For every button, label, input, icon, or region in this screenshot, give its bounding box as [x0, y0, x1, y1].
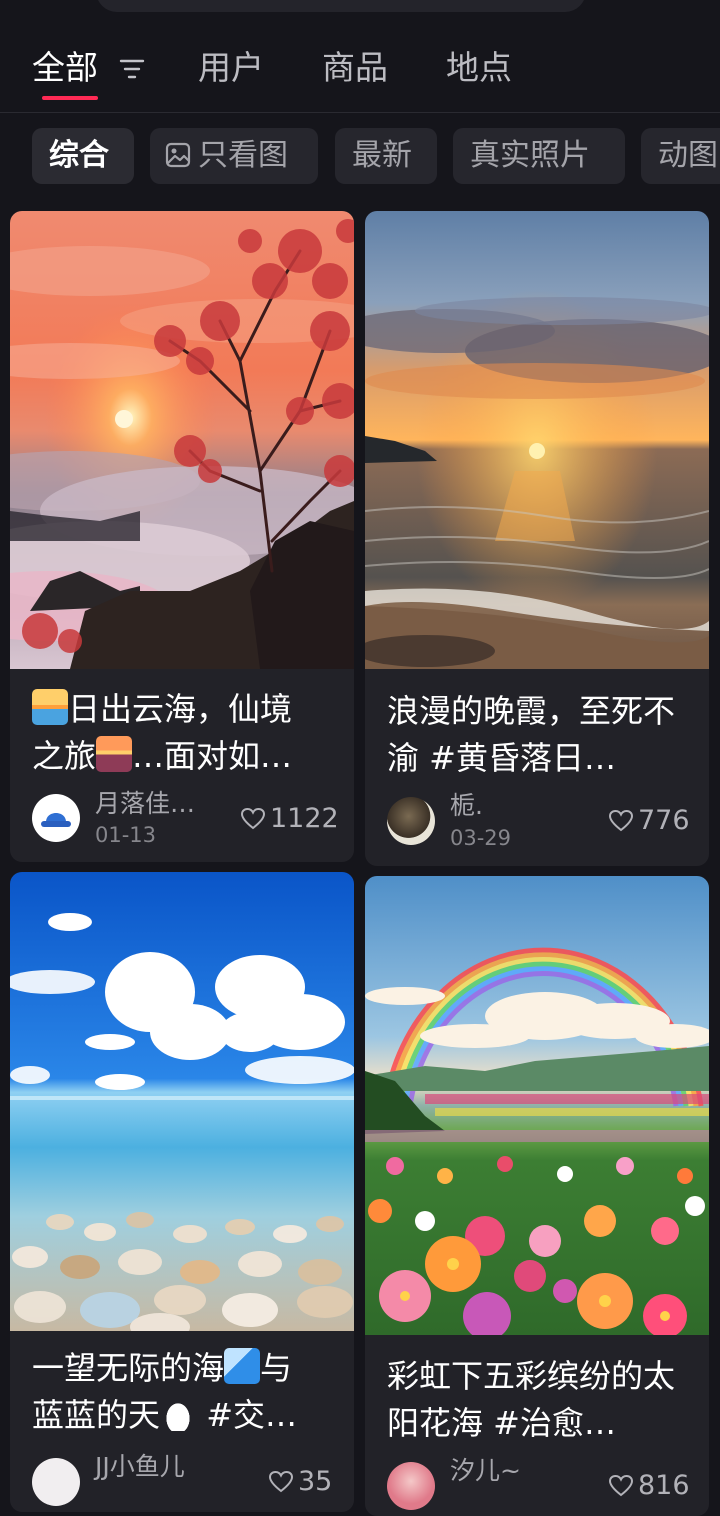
note-title-text: 日出云海，仙境 — [68, 690, 293, 728]
like-count[interactable]: 816 — [608, 1470, 690, 1502]
author-name[interactable]: JJ小鱼儿 — [95, 1452, 185, 1482]
note-cover-image[interactable] — [10, 872, 354, 1331]
note-title-text: …面对如… — [132, 737, 293, 775]
heart-icon — [240, 807, 266, 830]
note-title-text: 与 — [260, 1349, 293, 1387]
sunrise-mountains-emoji-icon — [96, 736, 133, 772]
like-count-value: 35 — [298, 1466, 333, 1497]
heart-icon — [268, 1470, 294, 1493]
avatar[interactable] — [387, 1462, 435, 1510]
note-cover-image[interactable] — [10, 211, 354, 669]
heart-icon — [608, 1474, 634, 1497]
like-count[interactable]: 1122 — [240, 803, 339, 835]
like-count-value: 816 — [638, 1470, 690, 1501]
chip-animated[interactable]: 动图 — [641, 128, 720, 184]
sunrise-emoji-icon — [32, 689, 68, 725]
note-title[interactable]: 一望无际的海与蓝蓝的天 #交… — [32, 1345, 340, 1439]
tab-places[interactable]: 地点 — [446, 46, 512, 90]
note-title-text: 蓝蓝的天 — [32, 1396, 161, 1434]
note-title-text: 一望无际的海 — [32, 1349, 225, 1387]
note-card[interactable]: 浪漫的晚霞，至死不渝 #黄昏落日… 栀. 03-29 776 — [365, 211, 709, 866]
cloud-emoji-icon — [160, 1395, 197, 1431]
like-count-value: 776 — [638, 805, 690, 836]
like-count-value: 1122 — [270, 803, 339, 834]
chip-images-only[interactable]: 只看图 — [150, 128, 318, 184]
note-cover-image[interactable] — [365, 211, 709, 669]
like-count[interactable]: 776 — [608, 805, 690, 837]
author-name[interactable]: 汐儿~ — [450, 1456, 521, 1486]
note-title[interactable]: 浪漫的晚霞，至死不渝 #黄昏落日… — [387, 688, 695, 782]
chip-comprehensive[interactable]: 综合 — [32, 128, 134, 184]
tab-goods[interactable]: 商品 — [322, 46, 388, 90]
image-icon — [165, 142, 191, 168]
note-title-text: 之旅 — [32, 737, 97, 775]
avatar[interactable] — [32, 794, 80, 842]
author-name[interactable]: 栀. — [450, 791, 483, 821]
note-cover-image[interactable] — [365, 876, 709, 1335]
active-tab-indicator — [42, 96, 98, 100]
note-title-text: #交… — [196, 1396, 298, 1434]
tab-all[interactable]: 全部 — [32, 46, 98, 90]
wave-emoji-icon — [224, 1348, 261, 1384]
heart-icon — [608, 809, 634, 832]
author-name[interactable]: 月落佳… — [95, 789, 195, 819]
note-title[interactable]: 彩虹下五彩缤纷的太阳花海 #治愈… — [387, 1353, 695, 1447]
note-title[interactable]: 日出云海，仙境之旅 …面对如… — [32, 686, 340, 780]
like-count[interactable]: 35 — [268, 1466, 332, 1498]
avatar[interactable] — [387, 797, 435, 845]
post-date: 01-13 — [95, 823, 157, 847]
filter-icon[interactable] — [118, 57, 146, 81]
post-date: 03-29 — [450, 826, 512, 850]
note-card[interactable]: 一望无际的海与蓝蓝的天 #交… JJ小鱼儿 35 — [10, 872, 354, 1512]
tab-users[interactable]: 用户 — [198, 46, 264, 90]
avatar[interactable] — [32, 1458, 80, 1506]
chip-images-only-label: 只看图 — [198, 138, 288, 173]
filter-chips: 综合 只看图 最新 真实照片 动图 — [0, 128, 720, 186]
chip-latest[interactable]: 最新 — [335, 128, 437, 184]
note-card[interactable]: 彩虹下五彩缤纷的太阳花海 #治愈… 汐儿~ 816 — [365, 876, 709, 1516]
chip-real-photos[interactable]: 真实照片 — [453, 128, 625, 184]
search-result-tabs: 全部 用户 商品 地点 — [0, 0, 720, 113]
bucket-hat-avatar-icon — [41, 813, 71, 827]
note-card[interactable]: 日出云海，仙境之旅 …面对如… 月落佳… 01-13 1122 — [10, 211, 354, 862]
